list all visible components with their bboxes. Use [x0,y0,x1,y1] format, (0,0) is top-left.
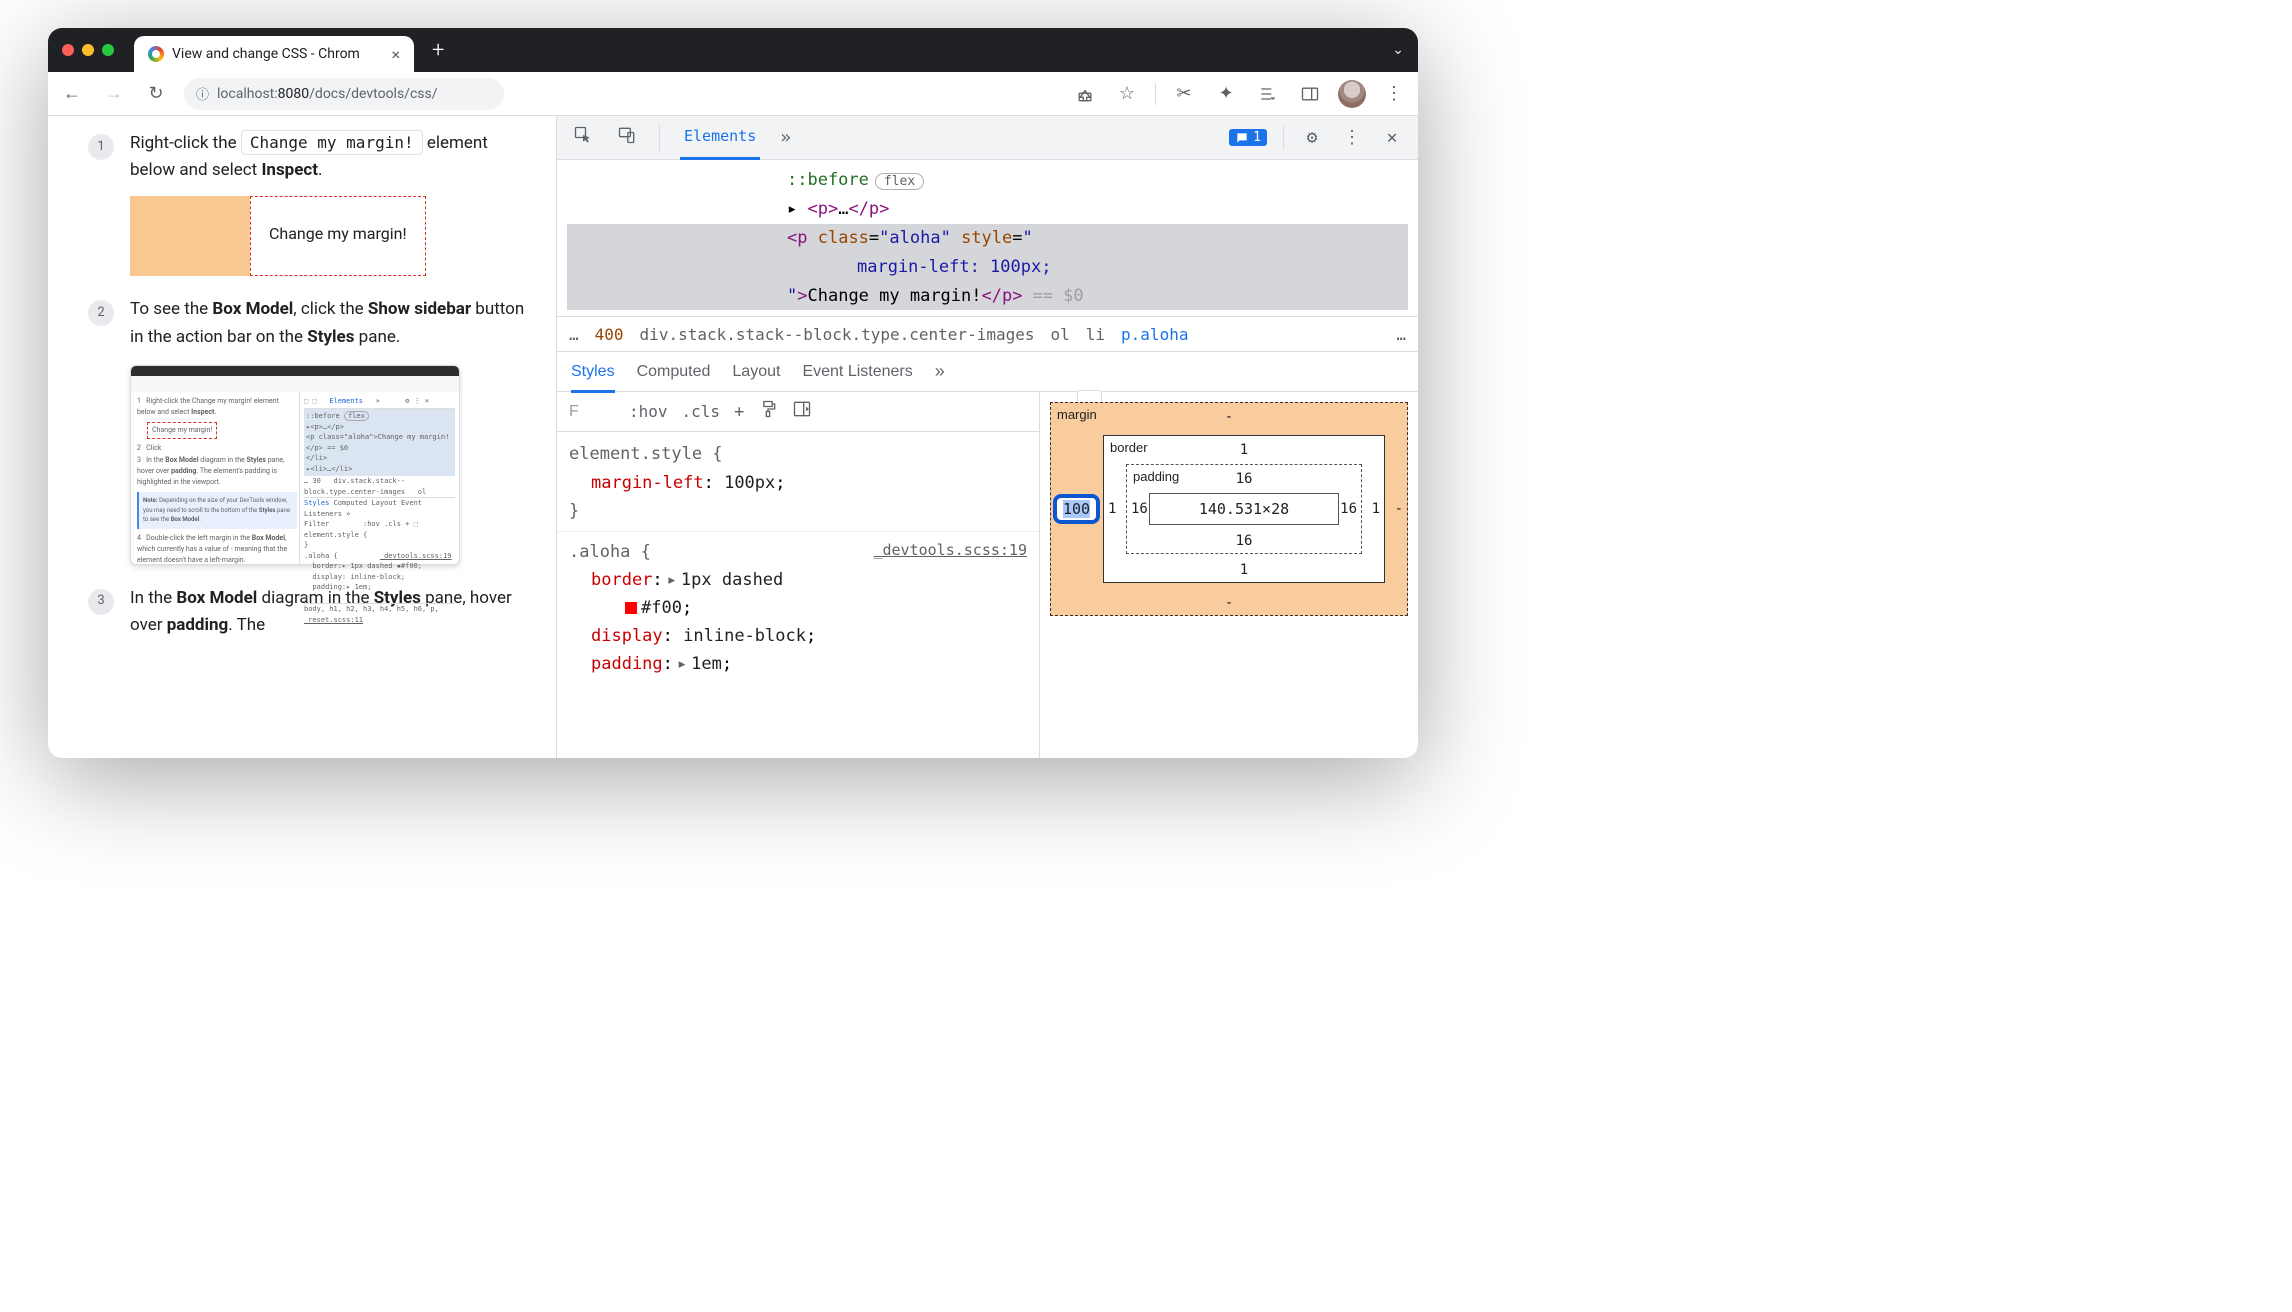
dom-node[interactable]: ▸ <p>…</p> [567,195,1408,224]
more-tabs-icon[interactable]: » [935,361,945,382]
tab-styles[interactable]: Styles [571,351,615,393]
profile-avatar[interactable] [1338,80,1366,108]
titlebar: View and change CSS - Chrom × + ⌄ [48,28,1418,72]
devtools-tabs: Elements » 1 ⚙ ⋮ ✕ [557,116,1418,160]
window-maximize-icon[interactable] [102,44,114,56]
side-panel-icon[interactable] [1296,80,1324,108]
hov-toggle[interactable]: :hov [629,402,668,421]
flex-badge[interactable]: flex [875,173,924,190]
divider [659,124,660,152]
box-model-diagram[interactable]: margin - - - 100 border 1 1 1 1 paddin [1040,392,1418,758]
issues-badge[interactable]: 1 [1229,129,1267,146]
browser-toolbar: ← → ↻ ⓘ localhost:8080/docs/devtools/css… [48,72,1418,116]
step-number: 3 [88,589,114,615]
menu-kebab-icon[interactable]: ⋮ [1380,80,1408,108]
more-tabs-icon[interactable]: » [780,127,791,148]
step-number: 2 [88,300,114,326]
toolbar-divider [1155,83,1156,105]
paint-icon[interactable] [758,399,778,424]
settings-gear-icon[interactable]: ⚙ [1300,127,1324,148]
step-2: 2 To see the Box Model, click the Show s… [88,296,536,564]
new-tab-icon[interactable]: + [432,38,444,63]
color-swatch-icon[interactable] [625,602,637,614]
screenshot-thumbnail: 1 Right-click the Change my margin! elem… [130,365,460,565]
chrome-favicon-icon [148,46,164,62]
device-toggle-icon[interactable] [615,125,639,150]
browser-tab[interactable]: View and change CSS - Chrom × [134,36,414,72]
extensions-icon[interactable]: ✦ [1212,80,1240,108]
box-model-margin[interactable]: margin - - - 100 border 1 1 1 1 paddin [1050,402,1408,616]
share-icon[interactable] [1071,80,1099,108]
box-model-padding[interactable]: padding 16 16 16 16 140.531×28 [1126,464,1362,554]
cls-toggle[interactable]: .cls [682,402,721,421]
step1-code: Change my margin! [241,130,423,155]
styles-action-bar: F :hov .cls + [557,392,1039,432]
forward-icon: → [100,80,128,108]
demo-box: Change my margin! [130,196,470,276]
url-text: localhost:8080/docs/devtools/css/ [217,86,438,102]
demo-element[interactable]: Change my margin! [250,196,426,276]
new-rule-icon[interactable]: + [734,402,744,422]
tab-title: View and change CSS - Chrom [172,46,360,62]
address-bar[interactable]: ⓘ localhost:8080/docs/devtools/css/ [184,78,504,110]
step-1: 1 Right-click the Change my margin! elem… [88,130,536,276]
dom-breadcrumb[interactable]: … 400 div.stack.stack--block.type.center… [557,316,1418,352]
dom-node-selected[interactable]: <p class="aloha" style=" [567,224,1408,253]
docs-panel: 1 Right-click the Change my margin! elem… [48,116,556,758]
scissors-icon[interactable]: ✂ [1170,80,1198,108]
tab-layout[interactable]: Layout [732,363,780,381]
box-model-content[interactable]: 140.531×28 [1149,493,1339,525]
inspect-icon[interactable] [571,125,595,150]
browser-window: View and change CSS - Chrom × + ⌄ ← → ↻ … [48,28,1418,758]
dom-tree[interactable]: ::beforeflex ▸ <p>…</p> <p class="aloha"… [557,160,1418,316]
filter-input[interactable]: F [569,403,615,421]
bookmark-star-icon[interactable]: ☆ [1113,80,1141,108]
kebab-menu-icon[interactable]: ⋮ [1340,127,1364,148]
site-info-icon[interactable]: ⓘ [196,84,209,103]
step1-text: Right-click the [130,133,241,153]
css-rules[interactable]: element.style { margin-left: 100px; } .a… [557,432,1039,758]
traffic-lights [62,44,114,56]
window-minimize-icon[interactable] [82,44,94,56]
tabs-dropdown-icon[interactable]: ⌄ [1392,42,1404,58]
sidebar-toggle-icon[interactable] [792,399,812,424]
reload-icon[interactable]: ↻ [142,80,170,108]
devtools-panel: Elements » 1 ⚙ ⋮ ✕ ::beforeflex ▸ <p>…</… [556,116,1418,758]
tab-elements[interactable]: Elements [680,115,760,160]
reading-list-icon[interactable] [1254,80,1282,108]
tab-computed[interactable]: Computed [637,363,711,381]
tab-close-icon[interactable]: × [391,45,400,64]
close-devtools-icon[interactable]: ✕ [1380,127,1404,148]
page-content: 1 Right-click the Change my margin! elem… [48,116,1418,758]
step-number: 1 [88,134,114,160]
styles-tabs: Styles Computed Layout Event Listeners » [557,352,1418,392]
back-icon[interactable]: ← [58,80,86,108]
box-model-border[interactable]: border 1 1 1 1 padding 16 16 16 16 [1103,435,1385,583]
margin-left-value[interactable]: 100 [1053,494,1100,524]
window-close-icon[interactable] [62,44,74,56]
source-link[interactable]: _devtools.scss:19 [873,538,1027,563]
margin-highlight [130,196,250,276]
tab-event-listeners[interactable]: Event Listeners [802,363,912,381]
